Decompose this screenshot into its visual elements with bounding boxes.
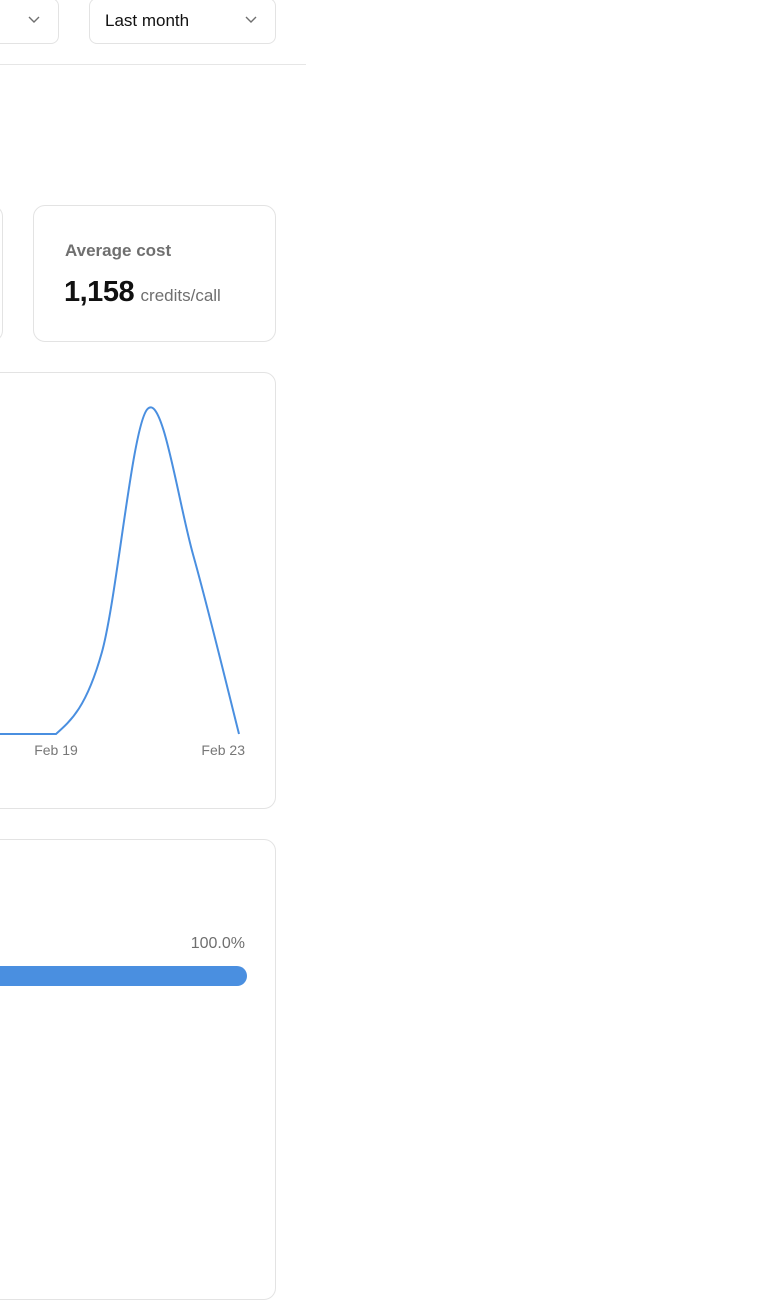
chevron-down-icon xyxy=(28,16,40,23)
stat-card-partial xyxy=(0,205,3,342)
chevron-down-icon xyxy=(245,16,257,23)
breakdown-bar-fill xyxy=(0,966,247,986)
x-tick-label: Feb 23 xyxy=(201,742,245,758)
model-select[interactable] xyxy=(0,0,59,44)
x-tick-label: Feb 19 xyxy=(34,742,78,758)
usage-line-chart: Feb 17Feb 19Feb 23 xyxy=(0,406,245,758)
period-select-value: Last month xyxy=(105,11,190,30)
usage-chart-card: Feb 17Feb 19Feb 23 xyxy=(0,372,276,809)
breakdown-card: 100.0% xyxy=(0,839,276,1300)
period-select[interactable]: Last month xyxy=(89,0,276,44)
series-line xyxy=(0,406,240,735)
stat-label: Average cost xyxy=(65,241,172,260)
stat-value: 1,158 credits/call xyxy=(64,276,221,309)
stat-unit: credits/call xyxy=(140,286,221,305)
header-divider xyxy=(0,64,306,65)
breakdown-bar-track xyxy=(0,966,247,986)
usage-dashboard: Last month Average cost 1,158 credits/ca… xyxy=(0,0,783,1315)
stat-card-average-cost: Average cost 1,158 credits/call xyxy=(33,205,276,342)
breakdown-percent-label: 100.0% xyxy=(190,935,245,952)
stat-number: 1,158 xyxy=(64,276,135,308)
